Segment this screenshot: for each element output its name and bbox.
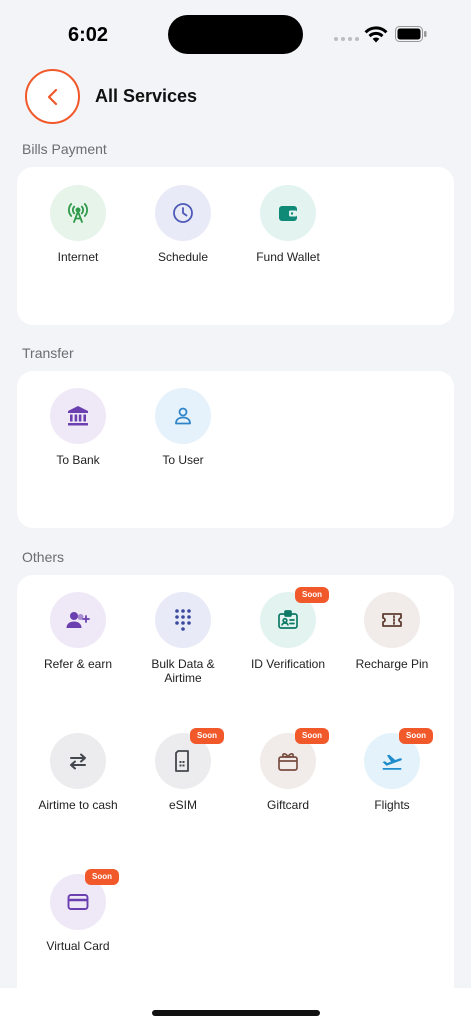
soon-badge: Soon	[190, 728, 224, 744]
service-giftcard[interactable]: Soon Giftcard	[236, 728, 340, 812]
card-icon	[67, 894, 89, 910]
service-circle	[155, 388, 211, 444]
bills-card: Internet Schedule Fund Wallet	[17, 167, 454, 325]
wallet-icon	[279, 206, 297, 221]
others-card: Refer & earn Bulk Data & Airtime Soon ID…	[17, 575, 454, 1005]
soon-badge: Soon	[295, 728, 329, 744]
gift-icon	[278, 753, 298, 771]
service-id-verification[interactable]: Soon ID Verification	[236, 587, 340, 671]
service-circle: Soon	[50, 869, 119, 930]
plane-icon	[382, 754, 402, 770]
chevron-left-icon	[47, 88, 57, 105]
service-circle	[364, 592, 420, 648]
dynamic-island	[168, 15, 303, 54]
antenna-icon	[68, 203, 88, 223]
service-circle: Soon	[364, 728, 433, 789]
service-label: Bulk Data & Airtime	[151, 657, 215, 685]
refer-icon	[66, 612, 90, 628]
home-indicator[interactable]	[152, 1010, 320, 1016]
service-fund-wallet[interactable]: Fund Wallet	[236, 185, 340, 264]
battery-icon	[395, 26, 427, 42]
soon-badge: Soon	[399, 728, 433, 744]
service-label: ID Verification	[250, 657, 326, 671]
service-circle	[50, 185, 106, 241]
service-label: Flights	[374, 798, 410, 812]
service-label: eSIM	[168, 798, 197, 812]
service-label: Giftcard	[266, 798, 309, 812]
page-title: All Services	[95, 86, 198, 106]
service-label: To User	[162, 453, 204, 467]
service-label: Virtual Card	[46, 939, 110, 953]
service-to-bank[interactable]: To Bank	[26, 388, 130, 467]
soon-badge: Soon	[295, 587, 329, 603]
section-label-bills: Bills Payment	[22, 141, 107, 157]
service-flights[interactable]: Soon Flights	[340, 728, 444, 812]
service-circle	[50, 733, 106, 789]
service-circle	[260, 185, 316, 241]
service-circle: Soon	[260, 728, 329, 789]
clock-icon	[173, 203, 193, 223]
soon-badge: Soon	[85, 869, 119, 885]
sim-icon	[175, 750, 189, 772]
service-refer-earn[interactable]: Refer & earn	[26, 592, 130, 671]
service-to-user[interactable]: To User	[131, 388, 235, 467]
user-icon	[175, 407, 191, 425]
service-circle	[50, 388, 106, 444]
transfer-card: To Bank To User	[17, 371, 454, 528]
service-label: Refer & earn	[43, 657, 113, 671]
header: All Services	[0, 69, 471, 125]
section-label-transfer: Transfer	[22, 345, 74, 361]
status-time: 6:02	[68, 24, 109, 46]
service-airtime-to-cash[interactable]: Airtime to cash	[26, 733, 130, 812]
service-recharge-pin[interactable]: Recharge Pin	[340, 592, 444, 671]
service-label: Schedule	[157, 250, 209, 264]
service-label: Airtime to cash	[38, 798, 118, 812]
service-label: Recharge Pin	[355, 657, 429, 671]
section-label-others: Others	[22, 549, 65, 565]
service-bulk-data-airtime[interactable]: Bulk Data & Airtime	[131, 592, 235, 685]
wifi-icon	[364, 26, 388, 43]
service-esim[interactable]: Soon eSIM	[131, 728, 235, 812]
service-circle: Soon	[155, 728, 224, 789]
bank-icon	[68, 406, 88, 426]
swap-icon	[70, 753, 86, 770]
service-label: Fund Wallet	[256, 250, 320, 264]
service-internet[interactable]: Internet	[26, 185, 130, 264]
service-virtual-card[interactable]: Soon Virtual Card	[26, 869, 130, 953]
cellular-signal-icon	[334, 37, 359, 41]
service-schedule[interactable]: Schedule	[131, 185, 235, 264]
service-label: To Bank	[56, 453, 100, 467]
keypad-icon	[175, 609, 191, 631]
service-circle	[155, 592, 211, 648]
service-label: Internet	[57, 250, 99, 264]
service-circle	[50, 592, 106, 648]
id-card-icon	[278, 610, 298, 629]
service-circle	[155, 185, 211, 241]
status-bar: 6:02	[0, 0, 471, 70]
back-button[interactable]	[25, 69, 80, 124]
service-circle: Soon	[260, 587, 329, 648]
bottom-area	[0, 988, 471, 1024]
ticket-icon	[382, 613, 402, 627]
